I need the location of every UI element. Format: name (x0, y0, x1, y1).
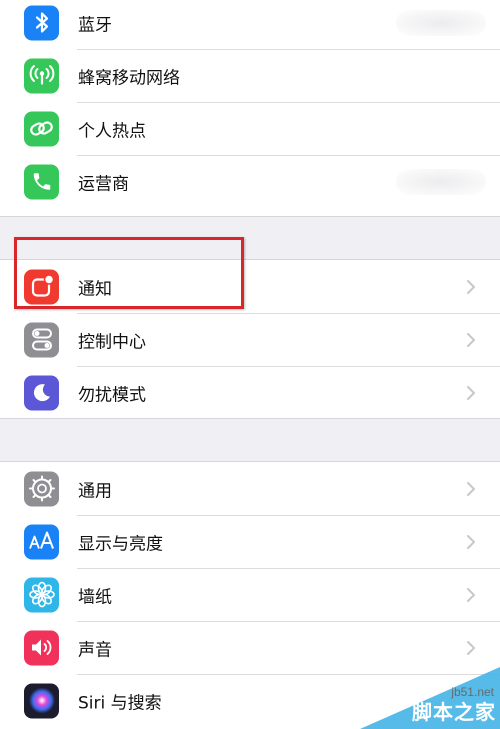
settings-row-label: 勿扰模式 (78, 385, 146, 405)
settings-row-bluetooth[interactable]: 蓝牙 (0, 0, 500, 49)
chevron-right-icon (467, 332, 475, 347)
status-value-blurred (396, 168, 486, 195)
chevron-right-icon (467, 534, 475, 549)
settings-row-label: 运营商 (78, 174, 129, 194)
settings-row-notifications[interactable]: 通知 (0, 260, 500, 313)
settings-row-do-not-disturb[interactable]: 勿扰模式 (0, 366, 500, 419)
settings-row-carrier[interactable]: 运营商 (0, 155, 500, 208)
settings-row-label: 通知 (78, 279, 112, 299)
settings-row-label: 墙纸 (78, 587, 112, 607)
settings-row-hotspot[interactable]: 个人热点 (0, 102, 500, 155)
notifications-icon (24, 269, 59, 304)
settings-row-sounds[interactable]: 声音 (0, 621, 500, 674)
display-brightness-icon (24, 524, 59, 559)
settings-row-siri-search[interactable]: Siri 与搜索 (0, 674, 500, 727)
status-value-blurred (396, 9, 486, 36)
settings-row-wallpaper[interactable]: 墙纸 (0, 568, 500, 621)
hotspot-icon (24, 111, 59, 146)
bluetooth-icon (24, 5, 59, 40)
chevron-right-icon (467, 587, 475, 602)
moon-icon (24, 375, 59, 410)
settings-row-label: Siri 与搜索 (78, 693, 162, 713)
settings-group-general: 通用 显示与亮度 墙纸 声音 Siri 与搜索 (0, 461, 500, 729)
settings-row-label: 个人热点 (78, 121, 146, 141)
settings-row-label: 显示与亮度 (78, 534, 163, 554)
settings-row-display-brightness[interactable]: 显示与亮度 (0, 515, 500, 568)
gear-icon (24, 471, 59, 506)
settings-group-connectivity: 蓝牙 蜂窝移动网络 个人热点 运营商 (0, 0, 500, 217)
wallpaper-icon (24, 577, 59, 612)
siri-icon (24, 683, 59, 718)
settings-row-label: 蜂窝移动网络 (78, 68, 180, 88)
control-center-icon (24, 322, 59, 357)
settings-row-label: 蓝牙 (78, 15, 112, 35)
chevron-right-icon (467, 481, 475, 496)
chevron-right-icon (467, 279, 475, 294)
settings-row-label: 控制中心 (78, 332, 146, 352)
sound-icon (24, 630, 59, 665)
settings-row-cellular[interactable]: 蜂窝移动网络 (0, 49, 500, 102)
chevron-right-icon (467, 385, 475, 400)
settings-row-general[interactable]: 通用 (0, 462, 500, 515)
chevron-right-icon (467, 640, 475, 655)
settings-group-notifications: 通知 控制中心 勿扰模式 (0, 259, 500, 419)
phone-icon (24, 164, 59, 199)
cellular-icon (24, 58, 59, 93)
settings-row-label: 通用 (78, 481, 112, 501)
settings-row-label: 声音 (78, 640, 112, 660)
settings-row-control-center[interactable]: 控制中心 (0, 313, 500, 366)
